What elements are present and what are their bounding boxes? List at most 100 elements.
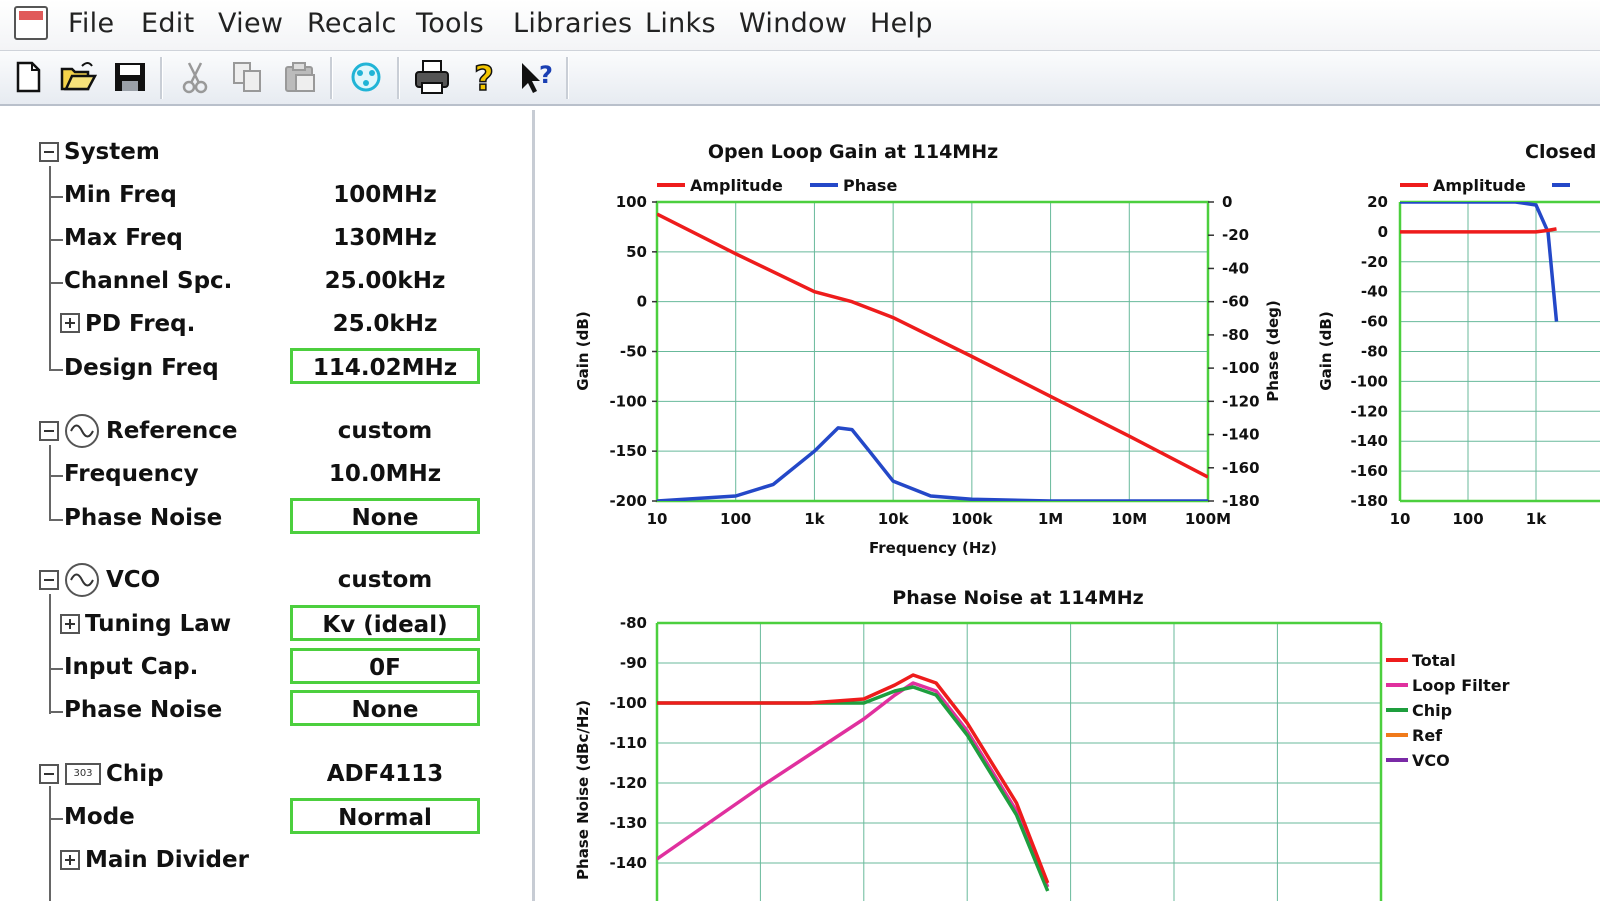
menu-help[interactable]: Help [870,8,933,39]
expand-toggle-main-divider[interactable] [60,850,80,870]
y-tick-label: -60 [1361,313,1388,331]
new-file-icon[interactable] [8,57,48,97]
tree-node-chip[interactable]: Chip [106,761,164,787]
series-line-amplitude [1400,227,1557,234]
y2-tick-label: -140 [1222,426,1260,444]
context-help-icon[interactable]: ? [516,57,556,97]
menu-file[interactable]: File [68,8,114,39]
tree-item-reference-phase-noise[interactable]: Phase Noise [64,505,222,531]
pd-freq-value[interactable]: 25.0kHz [290,311,480,337]
min-freq-value[interactable]: 100MHz [290,182,480,208]
mode-field[interactable]: Normal [290,798,480,834]
legend-label-amplitude: Amplitude [1433,176,1526,195]
menu-recalc[interactable]: Recalc [307,8,397,39]
y-tick-label: -100 [609,694,647,712]
menu-window[interactable]: Window [739,8,847,39]
toolbar-separator [330,57,333,99]
tuning-law-field[interactable]: Kv (ideal) [290,605,480,641]
tree-item-main-divider[interactable]: Main Divider [85,847,249,873]
y2-tick-label: -80 [1222,326,1249,344]
y2-tick-label: 0 [1222,193,1232,211]
help-icon[interactable]: ? [464,57,504,100]
menu-libraries[interactable]: Libraries [513,8,632,39]
toolbar-separator [566,57,569,99]
y-tick-label: -200 [609,492,647,510]
tree-item-pd-freq[interactable]: PD Freq. [85,311,195,337]
charts-svg: 10 100 1k 10k 100k 1M 10M 100M100500-50-100-150… [574,141,1600,901]
x-tick-label: 1k [804,510,825,528]
expand-toggle-pd-freq[interactable] [60,313,80,333]
menu-links[interactable]: Links [645,8,716,39]
tree-node-system[interactable]: System [64,139,160,165]
design-tree-panel: System Min Freq 100MHz Max Freq 130MHz C… [8,110,535,901]
collapse-toggle-vco[interactable] [39,570,59,590]
tree-connector [49,239,63,241]
tree-item-channel-spacing[interactable]: Channel Spc. [64,268,232,294]
tree-connector [49,475,63,477]
collapse-toggle-chip[interactable] [39,764,59,784]
series-line-total [657,673,1050,884]
y-tick-label: 20 [1367,193,1388,211]
expand-toggle-tuning-law[interactable] [60,614,80,634]
open-folder-icon[interactable] [58,57,98,97]
chip-icon: 303 [65,763,101,785]
tree-item-design-freq[interactable]: Design Freq [64,355,219,381]
x-tick-label: 10 [647,510,668,528]
x-tick-label: 1k [1526,510,1547,528]
menu-view[interactable]: View [218,8,283,39]
tree-connector [49,711,63,713]
y-axis-title: Gain (dB) [574,311,592,390]
chart-title-phase-noise: Phase Noise at 114MHz [892,587,1143,609]
menu-tools[interactable]: Tools [416,8,484,39]
tree-connector [49,519,63,521]
channel-spacing-value[interactable]: 25.00kHz [290,268,480,294]
paste-icon[interactable] [280,57,320,97]
tree-item-vco-phase-noise[interactable]: Phase Noise [64,697,222,723]
y-tick-label: -100 [1350,372,1388,390]
tree-item-max-freq[interactable]: Max Freq [64,225,183,251]
copy-icon[interactable] [228,57,268,97]
print-icon[interactable] [412,57,452,97]
charts-area: 10 100 1k 10k 100k 1M 10M 100M 100 50 0 -50 -100 -150… [540,110,1600,901]
y2-tick-label: -20 [1222,226,1249,244]
legend-label-phase: Phase [843,176,897,195]
save-icon[interactable] [110,57,150,97]
vco-phase-noise-field[interactable]: None [290,690,480,726]
reference-phase-noise-field[interactable]: None [290,498,480,534]
y-tick-label: -150 [609,442,647,460]
tree-node-vco[interactable]: VCO [106,567,160,593]
series-line-amplitude [657,212,1208,479]
y-tick-label: -80 [620,614,647,632]
collapse-toggle-system[interactable] [39,142,59,162]
y2-axis-title: Phase (deg) [1264,300,1282,401]
legend-ref-label: Ref [1412,726,1443,745]
design-freq-field[interactable]: 114.02MHz [290,348,480,384]
calculate-icon[interactable] [346,57,386,97]
y-tick-label: 0 [1378,223,1388,241]
legend-chip-label: Chip [1412,701,1452,720]
x-axis-title: Frequency (Hz) [869,539,997,557]
tree-item-min-freq[interactable]: Min Freq [64,182,177,208]
tree-item-mode[interactable]: Mode [64,804,135,830]
tree-item-reference-frequency[interactable]: Frequency [64,461,199,487]
y-tick-label: -100 [609,392,647,410]
input-cap-field[interactable]: 0F [290,648,480,684]
tree-item-tuning-law[interactable]: Tuning Law [85,611,231,637]
tree-connector [49,282,63,284]
y-tick-label: -40 [1361,283,1388,301]
max-freq-value[interactable]: 130MHz [290,225,480,251]
tree-node-reference[interactable]: Reference [106,418,237,444]
tree-connector [49,369,63,371]
vco-value[interactable]: custom [290,567,480,593]
y-tick-label: 0 [637,293,647,311]
reference-value[interactable]: custom [290,418,480,444]
menu-edit[interactable]: Edit [141,8,195,39]
collapse-toggle-reference[interactable] [39,421,59,441]
chart-title-open-loop-gain: Open Loop Gain at 114MHz [708,141,998,163]
tree-item-input-cap[interactable]: Input Cap. [64,654,198,680]
reference-frequency-value[interactable]: 10.0MHz [290,461,480,487]
y-axis-title: Phase Noise (dBc/Hz) [574,700,592,880]
chip-value[interactable]: ADF4113 [290,761,480,787]
cut-icon[interactable] [175,57,215,97]
tree-connector [49,594,51,714]
